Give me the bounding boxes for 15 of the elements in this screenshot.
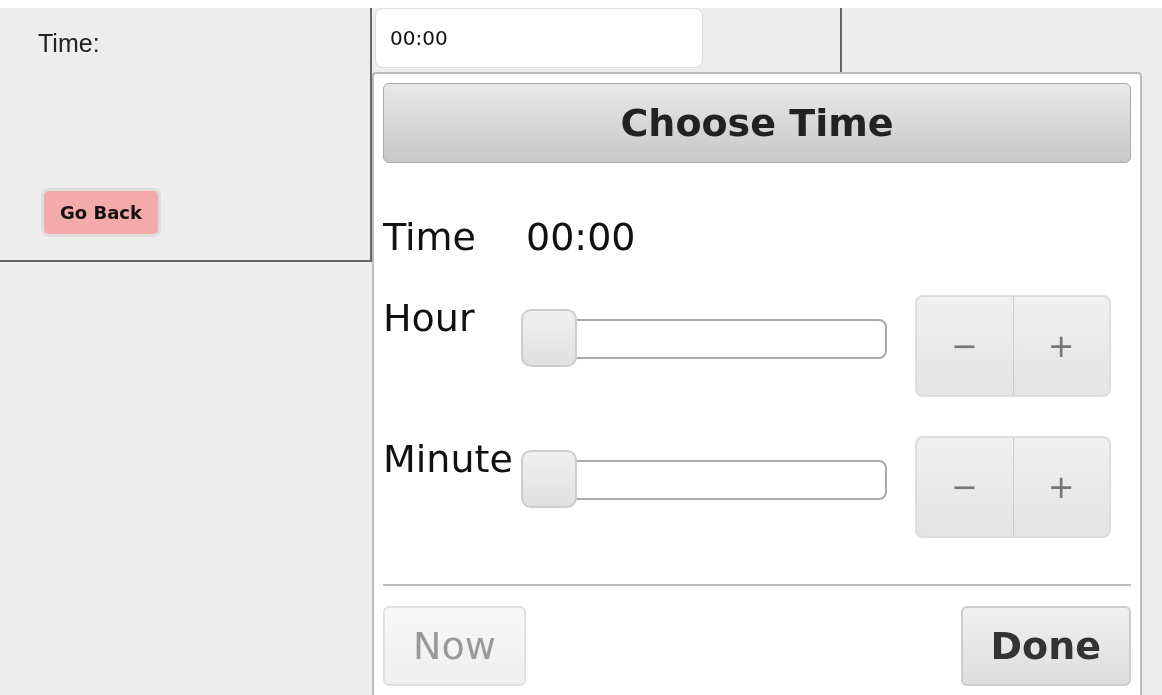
slider-thumb[interactable] xyxy=(521,450,577,508)
time-readout: 00:00 xyxy=(526,214,636,261)
slider-label: Minute xyxy=(383,436,514,483)
increment-button[interactable]: + xyxy=(1013,438,1109,536)
field-label: Time: xyxy=(38,28,101,59)
increment-button[interactable]: + xyxy=(1013,297,1109,395)
decrement-button[interactable]: − xyxy=(917,438,1014,536)
done-button[interactable]: Done xyxy=(960,606,1131,686)
decrement-button[interactable]: − xyxy=(917,297,1014,395)
time-input[interactable]: 00:00 xyxy=(375,8,703,68)
slider-label: Hour xyxy=(383,295,476,342)
popup-title: Choose Time xyxy=(383,83,1131,163)
time-label: Time xyxy=(383,214,476,261)
go-back-button[interactable]: Go Back xyxy=(41,187,161,237)
slider-thumb[interactable] xyxy=(521,309,577,367)
